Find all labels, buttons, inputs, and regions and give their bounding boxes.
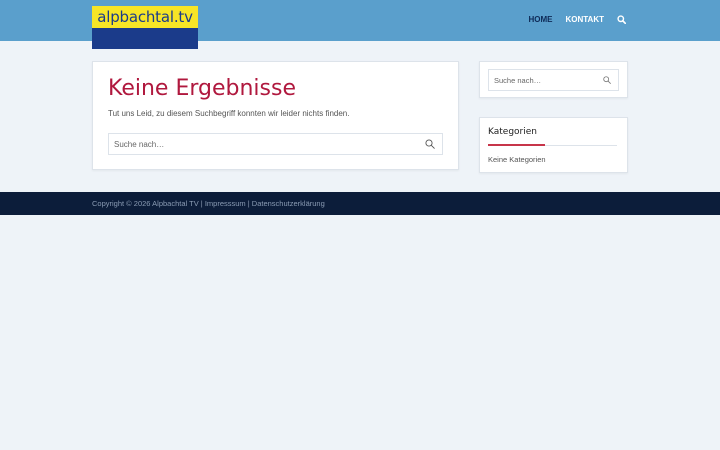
- search-icon[interactable]: [603, 76, 611, 84]
- site-footer: Copyright © 2026 Alpbachtal TV | Impress…: [0, 192, 720, 215]
- main-nav: HOME KONTAKT: [515, 15, 626, 24]
- site-logo[interactable]: alpbachtal.tv: [92, 6, 198, 49]
- nav-home-link[interactable]: HOME: [528, 15, 552, 24]
- footer-text: Copyright © 2026 Alpbachtal TV | Impress…: [92, 199, 325, 208]
- categories-divider-accent: [488, 144, 545, 146]
- logo-banner: alpbachtal.tv: [92, 6, 198, 28]
- impressum-link[interactable]: Impresssum: [205, 199, 246, 208]
- page-title: Keine Ergebnisse: [108, 76, 296, 101]
- categories-widget: Kategorien Keine Kategorien: [479, 117, 628, 173]
- categories-title: Kategorien: [488, 127, 537, 137]
- main-search-input[interactable]: [114, 134, 398, 154]
- sidebar-search-widget: [479, 61, 628, 98]
- search-icon[interactable]: [617, 15, 626, 24]
- logo-text: alpbachtal.tv: [97, 8, 193, 26]
- categories-empty-text: Keine Kategorien: [488, 155, 546, 164]
- nav-kontakt-link[interactable]: KONTAKT: [565, 15, 604, 24]
- datenschutz-link[interactable]: Datenschutzerklärung: [252, 199, 325, 208]
- sidebar-search-input[interactable]: [494, 70, 604, 90]
- sidebar-search-form: [488, 69, 619, 91]
- no-results-card: Keine Ergebnisse Tut uns Leid, zu diesem…: [92, 61, 459, 170]
- no-results-message: Tut uns Leid, zu diesem Suchbegriff konn…: [108, 109, 350, 118]
- copyright-text: Copyright © 2026 Alpbachtal TV: [92, 199, 199, 208]
- main-search-form: [108, 133, 443, 155]
- search-icon[interactable]: [425, 139, 435, 149]
